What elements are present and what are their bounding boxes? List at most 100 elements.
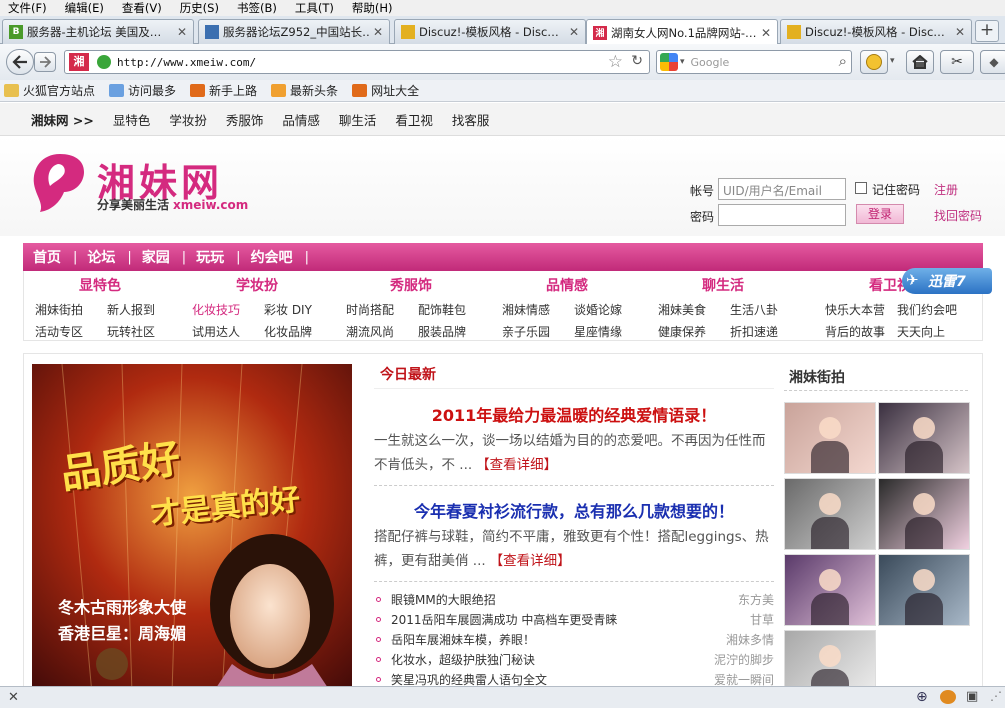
news-list-item[interactable]: 眼镜MM的大眼绝招 东方美 [374, 589, 774, 609]
top-nav-item[interactable]: 显特色 [113, 110, 151, 129]
category-link[interactable]: 时尚搭配 [346, 301, 394, 318]
news-list-item[interactable]: 笑星冯巩的经典雷人语句全文 爱就一瞬间 [374, 669, 774, 686]
tab-close-icon[interactable]: ✕ [373, 25, 383, 39]
menu-item[interactable]: 书签(B) [237, 0, 277, 16]
url-text[interactable]: http://www.xmeiw.com/ [117, 56, 256, 69]
menu-item[interactable]: 历史(S) [180, 0, 219, 16]
tab-close-icon[interactable]: ✕ [569, 25, 579, 39]
category-link[interactable]: 湘妹美食 [658, 301, 706, 318]
street-photo[interactable] [878, 402, 970, 474]
category-link[interactable]: 新人报到 [107, 301, 155, 318]
category-link[interactable]: 谈婚论嫁 [574, 301, 622, 318]
news-title[interactable]: 2011岳阳车展圆满成功 中高档车更受青睐 [391, 611, 617, 628]
bookmark-item[interactable]: 访问最多 [109, 82, 176, 99]
main-nav-item[interactable]: 约会吧 [251, 247, 293, 267]
search-icon[interactable]: ⌕ [839, 52, 847, 70]
category-link[interactable]: 化妆技巧 [192, 301, 240, 318]
main-nav-item[interactable]: 家园 [142, 247, 170, 267]
url-bar[interactable]: 湘 http://www.xmeiw.com/ ☆ ↻ [64, 50, 650, 74]
street-photo[interactable] [784, 478, 876, 550]
menu-item[interactable]: 编辑(E) [65, 0, 104, 16]
forward-button[interactable] [34, 52, 56, 72]
category-title[interactable]: 聊生活 [702, 275, 744, 295]
more-link-1[interactable]: 【查看详细】 [476, 457, 557, 473]
menu-item[interactable]: 查看(V) [122, 0, 162, 16]
top-nav-item[interactable]: 看卫视 [395, 110, 433, 129]
street-photo[interactable] [784, 630, 876, 686]
browser-tab[interactable]: 湘湖南女人网No.1品牌网站-… ✕ [586, 19, 778, 45]
close-addon-bar-icon[interactable]: ✕ [8, 690, 19, 705]
password-input[interactable] [718, 204, 846, 226]
category-link[interactable]: 湘妹街拍 [35, 301, 83, 318]
news-title[interactable]: 笑星冯巩的经典雷人语句全文 [391, 671, 547, 687]
street-photo[interactable] [878, 478, 970, 550]
headline-1[interactable]: 2011年最给力最温暖的经典爱情语录！ [374, 402, 774, 426]
ad-banner[interactable]: 品质好 才是真的好 冬木古雨形象大使 香港巨星：周海媚 [32, 364, 352, 686]
main-nav-item[interactable]: 首页 [33, 247, 61, 267]
top-nav-item[interactable]: 找客服 [452, 110, 490, 129]
category-link[interactable]: 潮流风尚 [346, 323, 394, 340]
tab-close-icon[interactable]: ✕ [761, 26, 771, 40]
news-title[interactable]: 岳阳车展湘妹车模，养眼！ [391, 631, 535, 648]
category-title[interactable]: 显特色 [79, 275, 121, 295]
category-link[interactable]: 快乐大本营 [825, 301, 885, 318]
new-tab-button[interactable]: + [975, 20, 999, 42]
forgot-password-link[interactable]: 找回密码 [934, 207, 982, 224]
category-title[interactable]: 学妆扮 [236, 275, 278, 295]
street-photo[interactable] [784, 554, 876, 626]
top-nav-item[interactable]: 品情感 [282, 110, 320, 129]
main-nav-item[interactable]: 玩玩 [196, 247, 224, 267]
browser-tab[interactable]: 服务器论坛Z952_中国站长… ✕ [198, 19, 390, 44]
reload-icon[interactable]: ↻ [631, 53, 643, 69]
menu-item[interactable]: 文件(F) [8, 0, 47, 16]
headline-2[interactable]: 今年春夏衬衫流行款，总有那么几款想要的！ [374, 498, 774, 522]
news-title[interactable]: 化妆水，超级护肤独门秘诀 [391, 651, 535, 668]
extension-button[interactable]: ◆ [980, 50, 1005, 74]
category-link[interactable]: 亲子乐园 [502, 323, 550, 340]
screenshot-button[interactable]: ✂ [940, 50, 974, 74]
remember-checkbox[interactable] [855, 182, 867, 194]
bookmark-item[interactable]: 火狐官方站点 [4, 82, 95, 99]
category-link[interactable]: 服装品牌 [418, 323, 466, 340]
account-input[interactable]: UID/用户名/Email [718, 178, 846, 200]
bookmark-item[interactable]: 新手上路 [190, 82, 257, 99]
top-nav-item[interactable]: 湘妹网 >> [31, 110, 94, 129]
category-link[interactable]: 活动专区 [35, 323, 83, 340]
login-button[interactable]: 登录 [856, 204, 904, 224]
bookmark-item[interactable]: 网址大全 [352, 82, 419, 99]
category-link[interactable]: 彩妆 DIY [264, 301, 312, 318]
zoom-icon[interactable]: ⊕ [916, 689, 928, 705]
category-title[interactable]: 品情感 [546, 275, 588, 295]
top-nav-item[interactable]: 秀服饰 [226, 110, 264, 129]
category-link[interactable]: 配饰鞋包 [418, 301, 466, 318]
street-photo[interactable] [784, 402, 876, 474]
top-nav-item[interactable]: 学妆扮 [169, 110, 207, 129]
category-link[interactable]: 我们约会吧 [897, 301, 957, 318]
bookmark-star-icon[interactable]: ☆ [608, 52, 623, 72]
search-bar[interactable]: ▾ Google ⌕ [656, 50, 852, 74]
category-link[interactable]: 背后的故事 [825, 323, 885, 340]
category-link[interactable]: 生活八卦 [730, 301, 778, 318]
home-button[interactable] [906, 50, 934, 74]
window-icon[interactable]: ▣ [966, 689, 978, 704]
category-title[interactable]: 秀服饰 [390, 275, 432, 295]
tab-close-icon[interactable]: ✕ [955, 25, 965, 39]
category-link[interactable]: 试用达人 [192, 323, 240, 340]
register-link[interactable]: 注册 [934, 181, 958, 198]
street-photo[interactable] [878, 554, 970, 626]
browser-tab[interactable]: Discuz!-模板风格 - Disc… ✕ [780, 19, 972, 44]
browser-tab[interactable]: B 服务器-主机论坛 美国及… ✕ [2, 19, 194, 44]
category-link[interactable]: 天天向上 [897, 323, 945, 340]
menu-item[interactable]: 工具(T) [295, 0, 334, 16]
news-list-item[interactable]: 化妆水，超级护肤独门秘诀 泥泞的脚步 [374, 649, 774, 669]
back-button[interactable] [6, 49, 34, 75]
news-list-item[interactable]: 2011岳阳车展圆满成功 中高档车更受青睐 甘草 [374, 609, 774, 629]
xunlei-widget[interactable]: ✈ 迅雷7 [902, 268, 992, 294]
tab-close-icon[interactable]: ✕ [177, 25, 187, 39]
bookmark-item[interactable]: 最新头条 [271, 82, 338, 99]
addon-button[interactable] [860, 50, 888, 74]
more-link-2[interactable]: 【查看详细】 [490, 553, 571, 569]
news-title[interactable]: 眼镜MM的大眼绝招 [391, 591, 496, 608]
menu-item[interactable]: 帮助(H) [352, 0, 393, 16]
category-link[interactable]: 星座情缘 [574, 323, 622, 340]
